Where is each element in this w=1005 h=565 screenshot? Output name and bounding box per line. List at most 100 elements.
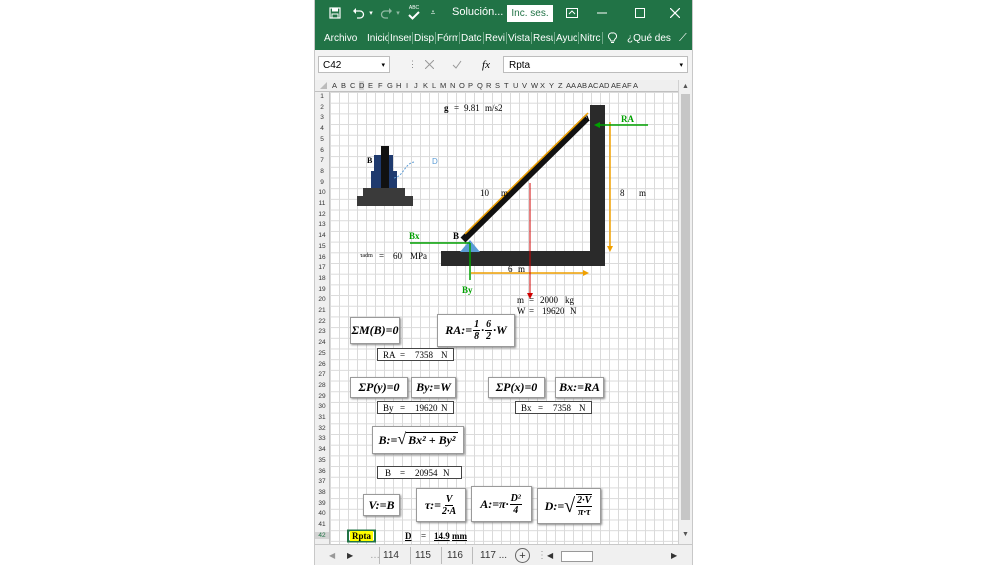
ribbon-display-icon[interactable] [563,0,581,26]
customize-toolbar-icon[interactable]: ⩡ [427,0,439,26]
col-header-j[interactable]: J [414,81,418,90]
name-box-dropdown-icon[interactable]: ▾ [381,57,385,74]
tab-datos[interactable]: Datc [461,30,482,46]
col-header-ae[interactable]: AE [611,81,621,90]
eq-bx[interactable]: Bx:=RA [555,377,604,398]
row-header[interactable]: 11 [315,200,329,207]
undo-dropdown-icon[interactable]: ▾ [367,0,375,26]
eq-b-resultant[interactable]: B:= √ Bx² + By² [372,426,464,454]
tab-archivo[interactable]: Archivo [324,30,360,46]
insert-function-icon[interactable]: fx [477,56,495,73]
col-header-x[interactable]: X [540,81,545,90]
row-header[interactable]: 38 [315,489,329,496]
confirm-formula-icon[interactable] [449,56,465,73]
row-header[interactable]: 30 [315,403,329,410]
col-header-n[interactable]: N [450,81,455,90]
tell-me-search[interactable]: ¿Qué des [627,30,675,46]
row-header[interactable]: 39 [315,500,329,507]
row-header[interactable]: 5 [315,136,329,143]
spelling-icon[interactable]: ABC [405,0,423,26]
col-header-t[interactable]: T [504,81,509,90]
eq-ra[interactable]: RA:= 18 · 62 ·W [437,314,515,347]
vertical-scrollbar[interactable]: ▲ ▼ [678,80,692,544]
eq-sum-forces-x[interactable]: ΣP(x)=0 [488,377,545,398]
sheet-tab-116[interactable]: 116 [447,548,463,563]
result-ra[interactable]: RA = 7358 N [377,348,454,361]
col-header-g[interactable]: G [387,81,393,90]
row-header[interactable]: 4 [315,125,329,132]
tab-inicio[interactable]: Inicio [367,30,388,46]
formula-bar-grip-icon[interactable]: ⋮ [408,59,417,71]
hscroll-left-icon[interactable]: ◀ [547,548,553,563]
close-icon[interactable] [665,0,685,26]
worksheet-grid[interactable]: g = 9.81 m/s2 A RA B D 10 m 8 m Bx B τad… [330,92,678,544]
row-header[interactable]: 29 [315,393,329,400]
row-header[interactable]: 1 [315,93,329,100]
col-header-a[interactable]: A [332,81,337,90]
prev-sheet-icon[interactable]: ◀ [329,548,335,563]
row-header[interactable]: 34 [315,446,329,453]
col-header-ad[interactable]: AD [599,81,609,90]
col-header-o[interactable]: O [459,81,465,90]
sheet-tab-115[interactable]: 115 [415,548,431,563]
row-header[interactable]: 18 [315,275,329,282]
horizontal-scroll-thumb[interactable] [561,551,593,562]
row-header[interactable]: 31 [315,414,329,421]
col-header-q[interactable]: Q [477,81,483,90]
scroll-up-icon[interactable]: ▲ [682,83,689,90]
tab-vista[interactable]: Vista [508,30,530,46]
row-header[interactable]: 21 [315,307,329,314]
col-header-y[interactable]: Y [549,81,554,90]
col-header-b[interactable]: B [341,81,346,90]
row-header[interactable]: 24 [315,339,329,346]
row-header[interactable]: 27 [315,371,329,378]
row-header[interactable]: 33 [315,435,329,442]
row-header[interactable]: 35 [315,457,329,464]
tab-ayuda[interactable]: Ayuc [556,30,577,46]
tab-disposicion[interactable]: Disp [414,30,434,46]
row-header[interactable]: 7 [315,157,329,164]
hscroll-right-icon[interactable]: ▶ [671,548,677,563]
name-box[interactable]: C42 ▾ [318,56,390,73]
row-header[interactable]: 3 [315,114,329,121]
col-header-c[interactable]: C [350,81,355,90]
col-header-v[interactable]: V [522,81,527,90]
row-header[interactable]: 26 [315,361,329,368]
minimize-icon[interactable] [592,0,612,26]
row-header[interactable]: 2 [315,104,329,111]
redo-dropdown-icon[interactable]: ▾ [394,0,402,26]
row-header[interactable]: 12 [315,211,329,218]
row-header[interactable]: 16 [315,254,329,261]
row-header[interactable]: 6 [315,147,329,154]
col-header-ab[interactable]: AB [577,81,587,90]
tab-formulas[interactable]: Fórm [437,30,458,46]
row-header[interactable]: 42 [315,531,329,539]
sheet-tab-114[interactable]: 114 [383,548,399,563]
row-header[interactable]: 32 [315,425,329,432]
row-header[interactable]: 14 [315,232,329,239]
col-header-z[interactable]: Z [558,81,563,90]
maximize-icon[interactable] [630,0,650,26]
row-header[interactable]: 28 [315,382,329,389]
col-header-h[interactable]: H [396,81,401,90]
col-header-ag[interactable]: A [633,81,638,90]
scroll-down-icon[interactable]: ▼ [682,531,689,538]
row-header[interactable]: 37 [315,478,329,485]
col-header-w[interactable]: W [531,81,538,90]
col-header-i[interactable]: I [406,81,408,90]
result-b[interactable]: B = 20954 N [377,466,462,479]
formula-expand-icon[interactable]: ▾ [679,57,683,74]
row-header[interactable]: 17 [315,264,329,271]
lightbulb-icon[interactable] [608,30,620,46]
row-header[interactable]: 10 [315,189,329,196]
col-header-f[interactable]: F [378,81,383,90]
eq-sum-forces-y[interactable]: ΣP(y)=0 [350,377,408,398]
answer-label-cell[interactable]: Rpta [350,531,373,541]
eq-diameter[interactable]: D:= √ 2·V π·τ [537,488,601,524]
row-header[interactable]: 23 [315,328,329,335]
row-header[interactable]: 20 [315,296,329,303]
col-header-k[interactable]: K [423,81,428,90]
row-header[interactable]: 22 [315,318,329,325]
col-header-r[interactable]: R [486,81,491,90]
row-header[interactable]: 40 [315,510,329,517]
